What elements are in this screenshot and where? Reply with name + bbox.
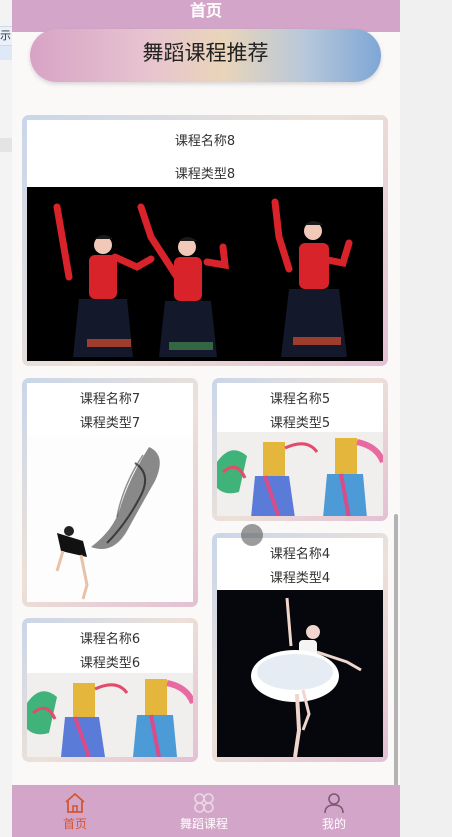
background-window-bar — [0, 138, 12, 152]
course-name: 课程名称6 — [79, 632, 141, 647]
grid-icon — [192, 791, 216, 815]
scrollbar[interactable] — [394, 514, 398, 802]
course-image[interactable] — [27, 673, 193, 757]
background-window-bar — [0, 46, 12, 60]
app-screen: 首页 舞蹈课程推荐 课程名称8 课程类型8 课程名称7 课程类型7 课程名称5 … — [12, 0, 400, 837]
course-image[interactable] — [27, 187, 383, 361]
background-window-fragment: 示 — [0, 26, 12, 46]
dunhuang-dancers-illustration — [27, 673, 193, 757]
tab-home[interactable]: 首页 — [35, 785, 115, 837]
course-card[interactable]: 课程名称4 课程类型4 — [212, 533, 388, 762]
course-card-text: 课程名称4 课程类型4 — [217, 538, 383, 591]
course-card-body[interactable]: 课程名称7 课程类型7 — [27, 383, 193, 602]
tab-courses[interactable]: 舞蹈课程 — [164, 785, 244, 837]
course-card-body[interactable]: 课程名称4 课程类型4 — [217, 538, 383, 757]
course-card-body[interactable]: 课程名称6 课程类型6 — [27, 623, 193, 757]
dunhuang-dancers-illustration — [217, 432, 383, 516]
course-card-body[interactable]: 课程名称5 课程类型5 — [217, 383, 383, 516]
course-card-text: 课程名称6 课程类型6 — [27, 623, 193, 676]
page-title: 首页 — [12, 0, 400, 32]
ballerina-illustration — [217, 590, 383, 757]
home-icon — [63, 791, 87, 815]
tab-mine-label: 我的 — [321, 817, 346, 831]
course-card-body[interactable]: 课程名称8 课程类型8 — [27, 120, 383, 361]
course-type: 课程类型7 — [79, 416, 141, 431]
touch-indicator — [241, 524, 263, 546]
user-icon — [322, 791, 346, 815]
course-card[interactable]: 课程名称5 课程类型5 — [212, 378, 388, 521]
course-type: 课程类型4 — [269, 571, 331, 586]
course-card-text: 课程名称5 课程类型5 — [217, 383, 383, 436]
course-image[interactable] — [217, 590, 383, 757]
tab-mine[interactable]: 我的 — [294, 785, 374, 837]
background-pane — [400, 0, 452, 837]
dancers-illustration — [27, 187, 383, 361]
course-image[interactable] — [217, 432, 383, 516]
tab-courses-label: 舞蹈课程 — [179, 817, 228, 831]
course-card-text: 课程名称7 课程类型7 — [27, 383, 193, 436]
course-name: 课程名称8 — [174, 134, 236, 149]
course-image[interactable] — [27, 435, 193, 602]
course-card[interactable]: 课程名称7 课程类型7 — [22, 378, 198, 607]
tab-bar: 首页 舞蹈课程 我的 — [12, 785, 400, 837]
veil-dancer-illustration — [27, 435, 193, 602]
course-name: 课程名称4 — [269, 547, 331, 562]
course-name: 课程名称7 — [79, 392, 141, 407]
section-banner: 舞蹈课程推荐 — [30, 29, 381, 82]
tab-home-label: 首页 — [62, 817, 87, 831]
course-card-text: 课程名称8 课程类型8 — [27, 120, 383, 191]
course-card[interactable]: 课程名称8 课程类型8 — [22, 115, 388, 366]
course-card[interactable]: 课程名称6 课程类型6 — [22, 618, 198, 762]
course-name: 课程名称5 — [269, 392, 331, 407]
